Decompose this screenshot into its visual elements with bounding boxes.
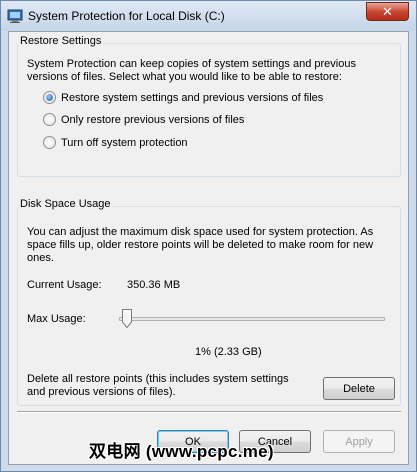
system-properties-icon bbox=[7, 9, 23, 23]
max-usage-readout: 1% (2.33 GB) bbox=[195, 346, 262, 358]
disk-space-heading: Disk Space Usage bbox=[18, 198, 113, 210]
title-bar[interactable]: System Protection for Local Disk (C:) ✕ bbox=[1, 1, 416, 31]
current-usage-label: Current Usage: bbox=[27, 279, 102, 291]
radio-button[interactable] bbox=[43, 113, 56, 126]
radio-button[interactable] bbox=[43, 136, 56, 149]
radio-only-previous-versions[interactable]: Only restore previous versions of files bbox=[43, 112, 244, 127]
delete-button[interactable]: Delete bbox=[323, 377, 395, 400]
radio-turn-off-protection[interactable]: Turn off system protection bbox=[43, 135, 188, 150]
radio-restore-settings-and-files[interactable]: Restore system settings and previous ver… bbox=[43, 90, 323, 105]
max-usage-label: Max Usage: bbox=[27, 313, 86, 325]
max-usage-slider-track[interactable] bbox=[119, 317, 385, 321]
dialog-body: Restore Settings System Protection can k… bbox=[8, 31, 409, 465]
radio-label: Only restore previous versions of files bbox=[61, 113, 245, 126]
footer-separator bbox=[17, 411, 401, 413]
close-icon: ✕ bbox=[382, 3, 393, 19]
delete-description: Delete all restore points (this includes… bbox=[27, 373, 289, 398]
disk-space-description: You can adjust the maximum disk space us… bbox=[27, 226, 374, 264]
restore-settings-description: System Protection can keep copies of sys… bbox=[27, 58, 356, 83]
radio-label: Restore system settings and previous ver… bbox=[61, 91, 324, 104]
radio-button[interactable] bbox=[43, 91, 56, 104]
window-title: System Protection for Local Disk (C:) bbox=[28, 9, 225, 23]
slider-ticks bbox=[119, 334, 385, 338]
apply-button[interactable]: Apply bbox=[323, 430, 395, 453]
dialog-window: System Protection for Local Disk (C:) ✕ … bbox=[0, 0, 417, 472]
radio-label: Turn off system protection bbox=[61, 136, 188, 149]
radio-selected-dot bbox=[46, 94, 53, 101]
max-usage-slider-thumb[interactable] bbox=[121, 309, 132, 328]
restore-settings-heading: Restore Settings bbox=[18, 35, 104, 47]
watermark-text: 双电网 (www.pcpc.me) bbox=[89, 442, 274, 461]
current-usage-value: 350.36 MB bbox=[127, 279, 181, 291]
close-button[interactable]: ✕ bbox=[366, 2, 409, 21]
